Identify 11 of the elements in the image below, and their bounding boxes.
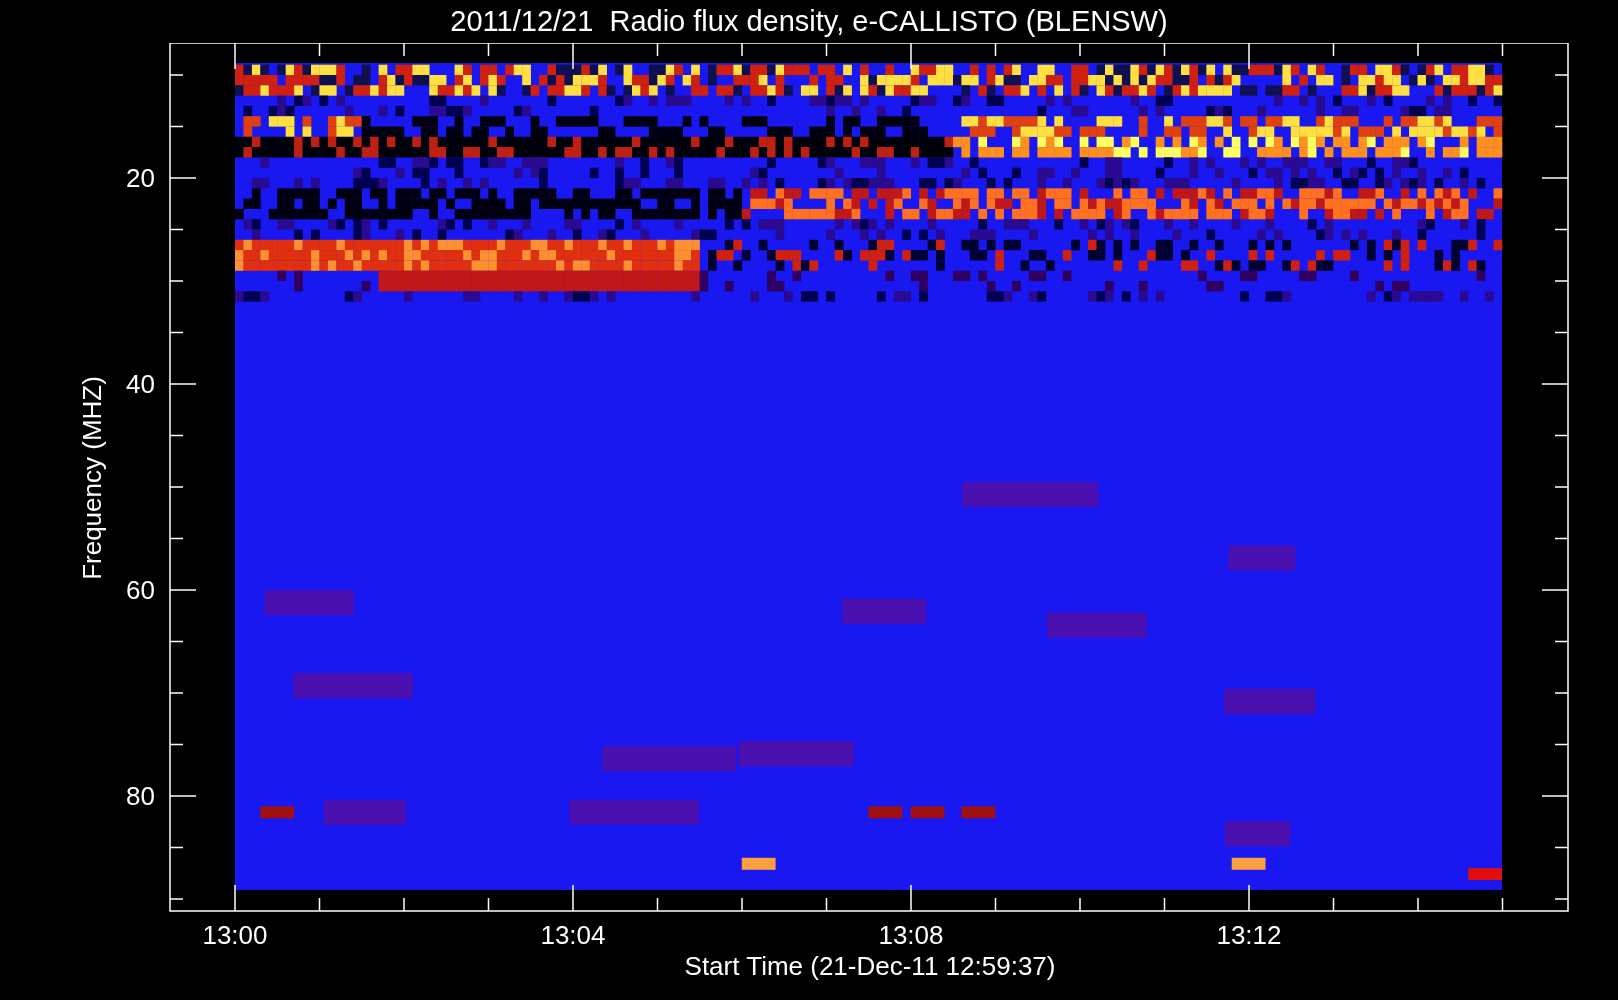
- y-axis-title: Frequency (MHZ): [77, 376, 107, 580]
- y-tick-label: 80: [126, 781, 155, 811]
- y-tick-label: 40: [126, 369, 155, 399]
- x-tick-label: 13:00: [202, 920, 268, 950]
- x-tick-label: 13:08: [878, 920, 944, 950]
- chart-title: 2011/12/21 Radio flux density, e-CALLISTO (BLENSW): [450, 7, 1168, 36]
- x-axis-title: Start Time (21-Dec-11 12:59:37): [684, 951, 1056, 981]
- y-tick-label: 60: [126, 575, 155, 605]
- x-tick-label: 13:04: [540, 920, 606, 950]
- x-tick-label: 13:12: [1216, 920, 1282, 950]
- y-tick-label: 20: [126, 163, 155, 193]
